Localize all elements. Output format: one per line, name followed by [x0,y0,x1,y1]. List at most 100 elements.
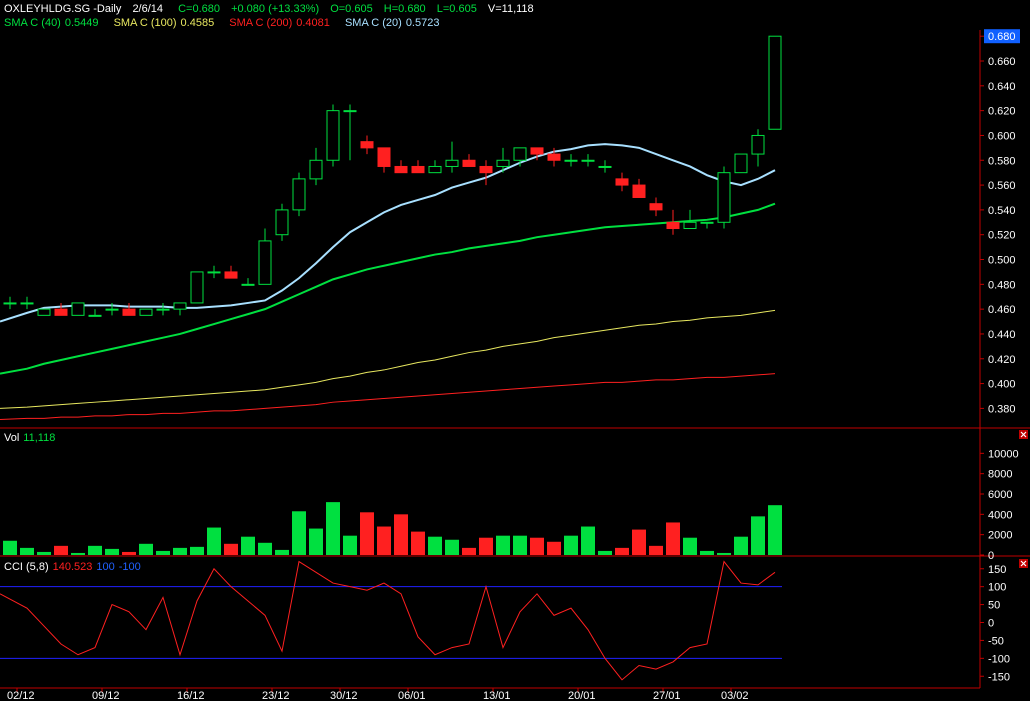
volume-bar [649,545,663,555]
volume-tick-label: 4000 [988,509,1012,521]
price-tick-label: 0.560 [988,180,1016,192]
candle [241,278,255,286]
candle [258,228,272,285]
candle-body [751,134,765,155]
volume-bar [3,540,17,555]
candle-body [717,172,731,223]
volume-bar [394,514,408,555]
price-tick-label: 0.500 [988,255,1016,267]
cci-tick-label: 150 [988,564,1006,576]
price-tick-label: 0.660 [988,56,1016,68]
candle [275,203,289,241]
volume-bar [190,546,204,555]
candle-body [173,302,187,310]
candle-body [122,308,136,316]
date-tick-label: 16/12 [177,690,205,701]
volume-bar [632,529,646,555]
volume-bar [122,551,136,555]
price-tick-label: 0.420 [988,354,1016,366]
candle [139,308,153,316]
candle-body [54,308,68,316]
candle [700,221,714,229]
cci-band-low: -100 [118,561,141,573]
candle-body [326,110,340,161]
volume-close-icon[interactable] [1019,430,1028,439]
sma20-legend: SMA C (20) 0.5723 [344,17,440,29]
candle [20,296,34,310]
price-tick-label: 0.540 [988,205,1016,217]
candle [479,160,493,186]
price-tick-label: 0.480 [988,279,1016,291]
candle [54,302,68,316]
sma40-legend: SMA C (40) 0.5449 [4,17,99,29]
candle [581,154,595,167]
volume-bar [666,522,680,555]
symbol-label: OXLEYHLDG.SG -Daily [4,3,122,15]
volume-bar [445,539,459,555]
sma200-line [0,373,776,421]
candle-body [224,271,238,279]
price-tick-label: 0.400 [988,379,1016,391]
candle-body [462,159,476,167]
candle-body [394,165,408,174]
candle-body [139,308,153,316]
candle [598,160,612,173]
volume-bar [496,535,510,555]
candle-body [598,165,612,168]
volume-bar [615,547,629,555]
volume-bar [377,526,391,555]
volume-bar [547,541,561,555]
volume-current: 11,118 [23,432,56,444]
volume-bar [717,552,731,555]
candle-body [700,221,714,224]
price-tick-label: 0.640 [988,81,1016,93]
volume-bar [20,547,34,555]
volume-tick-label: 6000 [988,489,1012,501]
candle [207,265,221,279]
close-value: C=0.680 [178,3,220,15]
candle [360,135,374,155]
candle [615,172,629,192]
cci-band-high: 100 [96,561,115,573]
date-tick-label: 09/12 [92,690,120,701]
candle-body [309,159,323,180]
sma100-legend: SMA C (100) 0.4585 [113,17,215,29]
volume-bar [326,502,340,555]
cci-close-icon[interactable] [1019,559,1028,568]
candle-body [377,147,391,167]
volume-bar [768,505,782,555]
candle [564,154,578,167]
candle [377,147,391,173]
candle-body [258,240,272,285]
candle-body [734,153,748,174]
cci-tick-label: -150 [988,671,1010,683]
candle [224,265,238,279]
date-tick-label: 03/02 [721,690,749,701]
candle [122,302,136,316]
price-tick-label: 0.600 [988,130,1016,142]
volume-bar [292,511,306,555]
date-tick-label: 13/01 [483,690,511,701]
volume-bar [173,547,187,555]
volume-bar [207,527,221,555]
volume-bar [683,537,697,555]
price-tick-label: 0.380 [988,403,1016,415]
candle [462,154,476,167]
volume-bar [513,535,527,555]
volume-tick-label: 2000 [988,530,1012,542]
candle [3,296,17,310]
candle-body [479,165,493,174]
candle-body [666,221,680,229]
volume-bar [734,536,748,555]
candle [683,209,697,229]
candle [632,178,646,198]
volume-bar [530,537,544,555]
volume-bar [564,535,578,555]
candle [666,209,680,235]
date-tick-label: 30/12 [330,690,358,701]
cci-title: CCI (5,8) [4,561,49,573]
candle [292,172,306,217]
quote-header: OXLEYHLDG.SG -Daily 2/6/14 C=0.680 +0.08… [4,3,542,15]
candle-body [37,308,51,316]
candle [190,271,204,304]
